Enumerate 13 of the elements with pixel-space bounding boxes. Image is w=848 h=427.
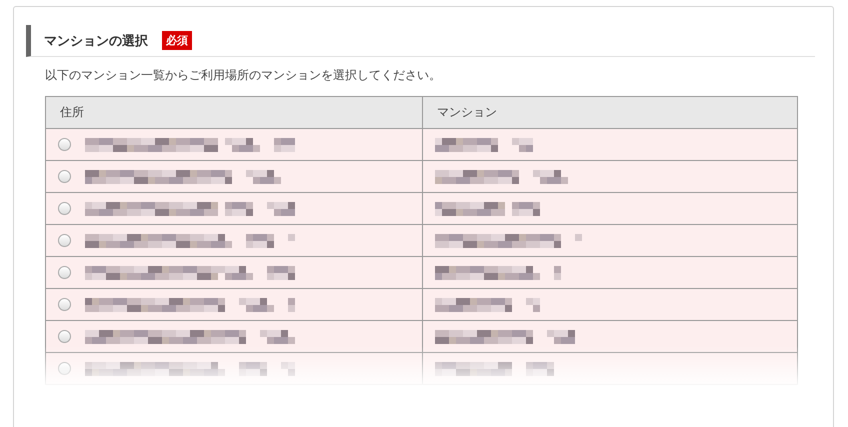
radio-button[interactable]: [58, 202, 71, 216]
column-header: 住所: [46, 96, 422, 128]
radio-button[interactable]: [58, 234, 71, 248]
radio-button[interactable]: [58, 298, 71, 312]
description-text: 以下のマンション一覧からご利用場所のマンションを選択してください。: [45, 67, 442, 84]
radio-button[interactable]: [58, 266, 71, 280]
section-title: マンションの選択: [44, 32, 148, 50]
radio-button[interactable]: [58, 138, 71, 152]
radio-button[interactable]: [58, 362, 71, 376]
radio-button[interactable]: [58, 330, 71, 344]
radio-button[interactable]: [58, 170, 71, 184]
required-badge: 必須: [162, 31, 192, 50]
column-header: マンション: [422, 96, 798, 128]
